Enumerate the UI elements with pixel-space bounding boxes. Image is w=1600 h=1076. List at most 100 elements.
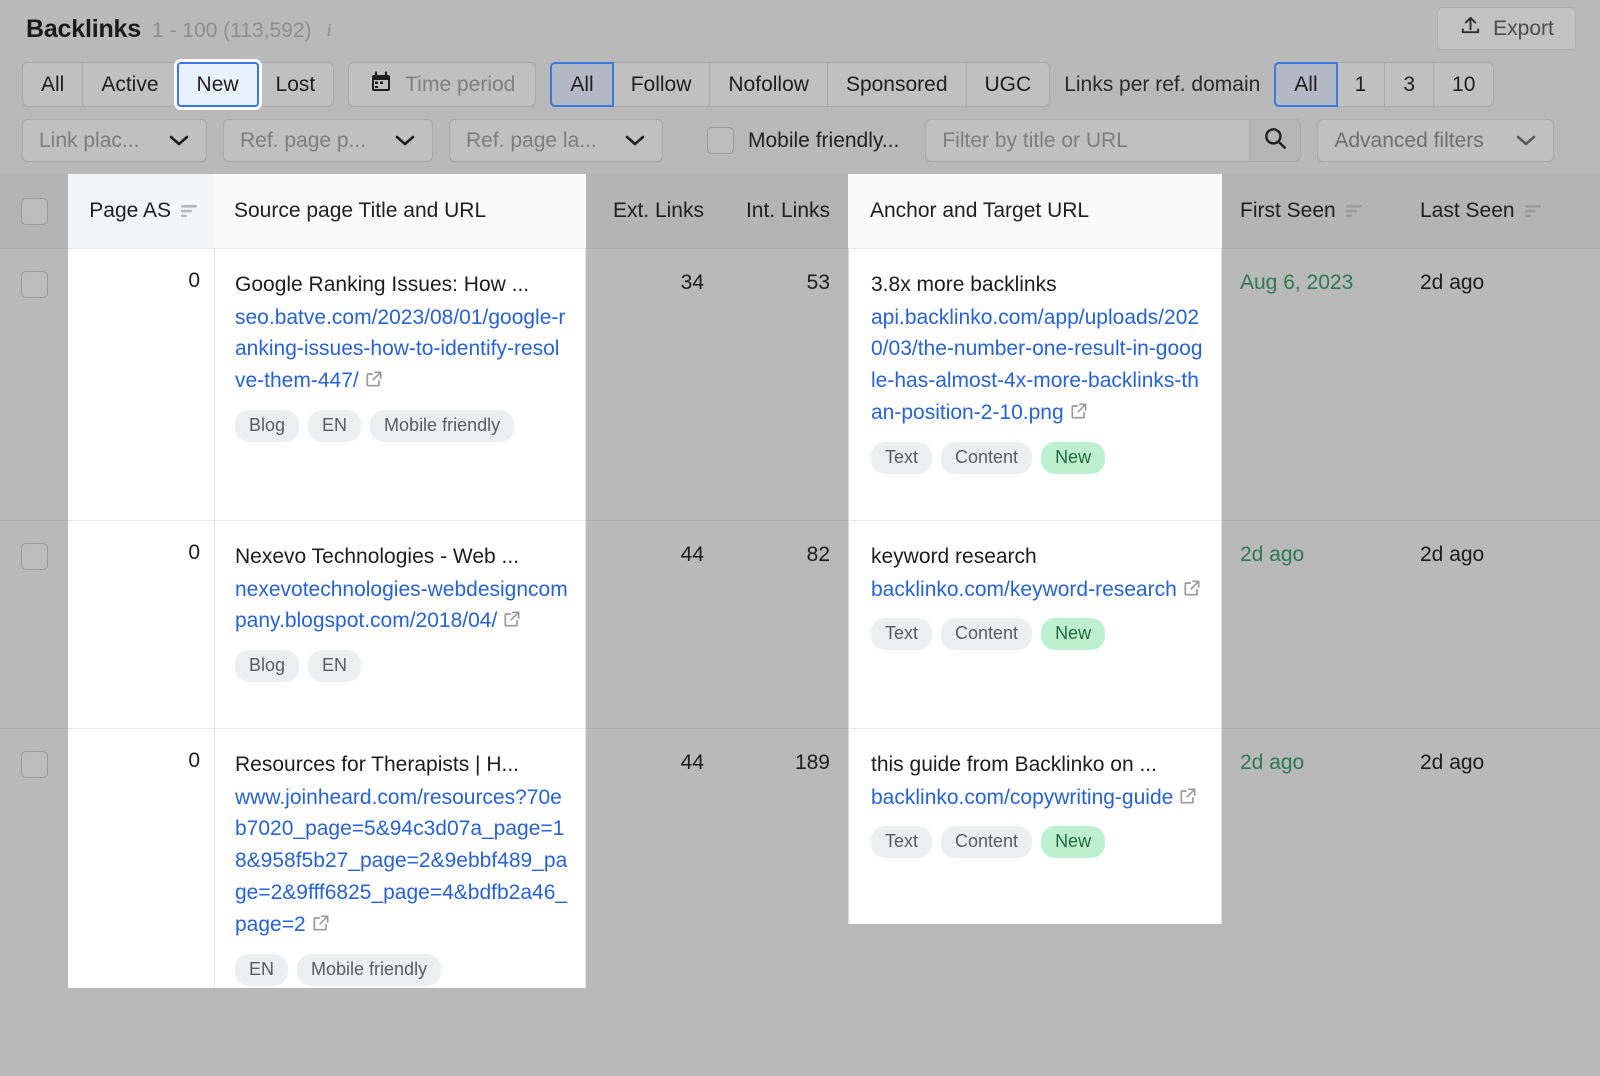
- external-link-icon: [311, 911, 331, 943]
- cell-first-seen: 2d ago: [1222, 520, 1402, 728]
- column-header-source-label: Source page Title and URL: [234, 199, 486, 223]
- row-select-cell[interactable]: [0, 728, 68, 988]
- cell-last-seen: 2d ago: [1402, 728, 1600, 988]
- links-per-domain-1[interactable]: 1: [1337, 63, 1386, 106]
- anchor-text: this guide from Backlinko on ...: [871, 749, 1205, 781]
- tag: Text: [871, 442, 932, 474]
- ref-page-language-dropdown[interactable]: Ref. page la...: [449, 119, 663, 162]
- tag: Content: [941, 618, 1032, 650]
- links-per-domain-3[interactable]: 3: [1385, 63, 1434, 106]
- cell-int-links: 189: [722, 728, 848, 988]
- column-header-anchor-label: Anchor and Target URL: [870, 199, 1089, 223]
- row-select-cell[interactable]: [0, 520, 68, 728]
- status-badge-new: New: [1041, 618, 1105, 650]
- follow-tab-all[interactable]: All: [550, 62, 613, 107]
- source-url-link[interactable]: nexevotechnologies-webdesigncompany.blog…: [235, 574, 569, 640]
- search-input[interactable]: [925, 119, 1249, 162]
- status-tab-all[interactable]: All: [23, 63, 83, 106]
- search-icon: [1262, 125, 1288, 156]
- sort-icon: [1345, 203, 1365, 219]
- cell-anchor: keyword research backlinko.com/keyword-r…: [848, 520, 1222, 728]
- cell-source: Resources for Therapists | H... www.join…: [214, 728, 586, 988]
- cell-first-seen: Aug 6, 2023: [1222, 248, 1402, 520]
- cell-last-seen: 2d ago: [1402, 248, 1600, 520]
- links-per-domain-all[interactable]: All: [1274, 62, 1337, 107]
- row-checkbox-icon: [21, 271, 48, 298]
- external-link-icon: [1069, 399, 1089, 431]
- page-title: Backlinks: [26, 15, 141, 44]
- cell-page-as: 0: [68, 728, 214, 988]
- table-row[interactable]: 0 Nexevo Technologies - Web ... nexevote…: [0, 520, 1600, 728]
- ref-page-language-label: Ref. page la...: [466, 129, 597, 153]
- status-filter-group: All Active New Lost: [22, 62, 334, 107]
- status-tab-active[interactable]: Active: [83, 63, 177, 106]
- external-link-icon: [1182, 576, 1202, 608]
- anchor-text: keyword research: [871, 541, 1205, 573]
- ref-page-platform-dropdown[interactable]: Ref. page p...: [223, 119, 433, 162]
- status-tab-lost[interactable]: Lost: [258, 63, 334, 106]
- links-per-domain-group: All 1 3 10: [1274, 62, 1494, 107]
- ref-page-platform-label: Ref. page p...: [240, 129, 366, 153]
- status-tab-new[interactable]: New: [177, 62, 259, 107]
- chevron-down-icon: [168, 129, 190, 153]
- source-tags: Blog EN: [235, 650, 569, 682]
- status-badge-new: New: [1041, 826, 1105, 858]
- links-per-domain-10[interactable]: 10: [1434, 63, 1493, 106]
- result-range: 1 - 100 (113,592): [152, 19, 312, 43]
- export-button[interactable]: Export: [1437, 7, 1576, 50]
- link-placement-label: Link plac...: [39, 129, 139, 153]
- advanced-filters-dropdown[interactable]: Advanced filters: [1317, 119, 1554, 162]
- column-header-ext-links[interactable]: Ext. Links: [586, 174, 722, 248]
- tag: EN: [308, 410, 361, 442]
- row-checkbox-icon: [21, 751, 48, 778]
- cell-first-seen: 2d ago: [1222, 728, 1402, 988]
- column-header-last-seen[interactable]: Last Seen: [1402, 174, 1600, 248]
- cell-page-as: 0: [68, 520, 214, 728]
- time-period-button[interactable]: Time period: [348, 62, 536, 107]
- column-header-page-as[interactable]: Page AS: [68, 174, 214, 248]
- follow-tab-ugc[interactable]: UGC: [967, 63, 1050, 106]
- row-checkbox-icon: [21, 543, 48, 570]
- upload-icon: [1459, 14, 1482, 43]
- column-header-source[interactable]: Source page Title and URL: [214, 174, 586, 248]
- column-header-first-seen[interactable]: First Seen: [1222, 174, 1402, 248]
- source-tags: EN Mobile friendly: [235, 954, 569, 986]
- column-header-anchor[interactable]: Anchor and Target URL: [848, 174, 1222, 248]
- table-row[interactable]: 0 Google Ranking Issues: How ... seo.bat…: [0, 248, 1600, 520]
- external-link-icon: [1178, 784, 1198, 816]
- select-all-cell[interactable]: [0, 174, 68, 248]
- target-url-link[interactable]: backlinko.com/copywriting-guide: [871, 782, 1205, 816]
- source-url-link[interactable]: seo.batve.com/2023/08/01/google-ranking-…: [235, 302, 569, 400]
- column-header-first-seen-label: First Seen: [1240, 199, 1336, 223]
- backlinks-table: Page AS Source page Title and URL Ext. L…: [0, 174, 1600, 988]
- time-period-label: Time period: [405, 73, 515, 97]
- follow-tab-sponsored[interactable]: Sponsored: [828, 63, 967, 106]
- follow-tab-nofollow[interactable]: Nofollow: [710, 63, 828, 106]
- mobile-friendly-label: Mobile friendly...: [748, 129, 899, 153]
- mobile-friendly-checkbox[interactable]: Mobile friendly...: [707, 127, 899, 154]
- anchor-text: 3.8x more backlinks: [871, 269, 1205, 301]
- column-header-last-seen-label: Last Seen: [1420, 199, 1515, 223]
- target-url-link[interactable]: api.backlinko.com/app/uploads/2020/03/th…: [871, 302, 1205, 432]
- status-badge-new: New: [1041, 442, 1105, 474]
- table-row[interactable]: 0 Resources for Therapists | H... www.jo…: [0, 728, 1600, 988]
- source-title: Nexevo Technologies - Web ...: [235, 541, 569, 573]
- search-button[interactable]: [1249, 119, 1301, 162]
- follow-tab-follow[interactable]: Follow: [613, 63, 711, 106]
- info-icon[interactable]: i: [327, 20, 332, 41]
- tag: Content: [941, 826, 1032, 858]
- search-group: [925, 119, 1301, 162]
- filter-bar: All Active New Lost Time period All Foll…: [0, 58, 1600, 162]
- target-url-link[interactable]: backlinko.com/keyword-research: [871, 574, 1205, 608]
- row-select-cell[interactable]: [0, 248, 68, 520]
- column-header-int-links[interactable]: Int. Links: [722, 174, 848, 248]
- cell-ext-links: 44: [586, 520, 722, 728]
- chevron-down-icon: [394, 129, 416, 153]
- filter-row-secondary: Link plac... Ref. page p... Ref. page la…: [22, 119, 1578, 162]
- checkbox-icon: [707, 127, 734, 154]
- source-url-link[interactable]: www.joinheard.com/resources?70eb7020_pag…: [235, 782, 569, 944]
- cell-source: Nexevo Technologies - Web ... nexevotech…: [214, 520, 586, 728]
- tag: Text: [871, 618, 932, 650]
- column-header-ext-links-label: Ext. Links: [613, 199, 704, 223]
- link-placement-dropdown[interactable]: Link plac...: [22, 119, 207, 162]
